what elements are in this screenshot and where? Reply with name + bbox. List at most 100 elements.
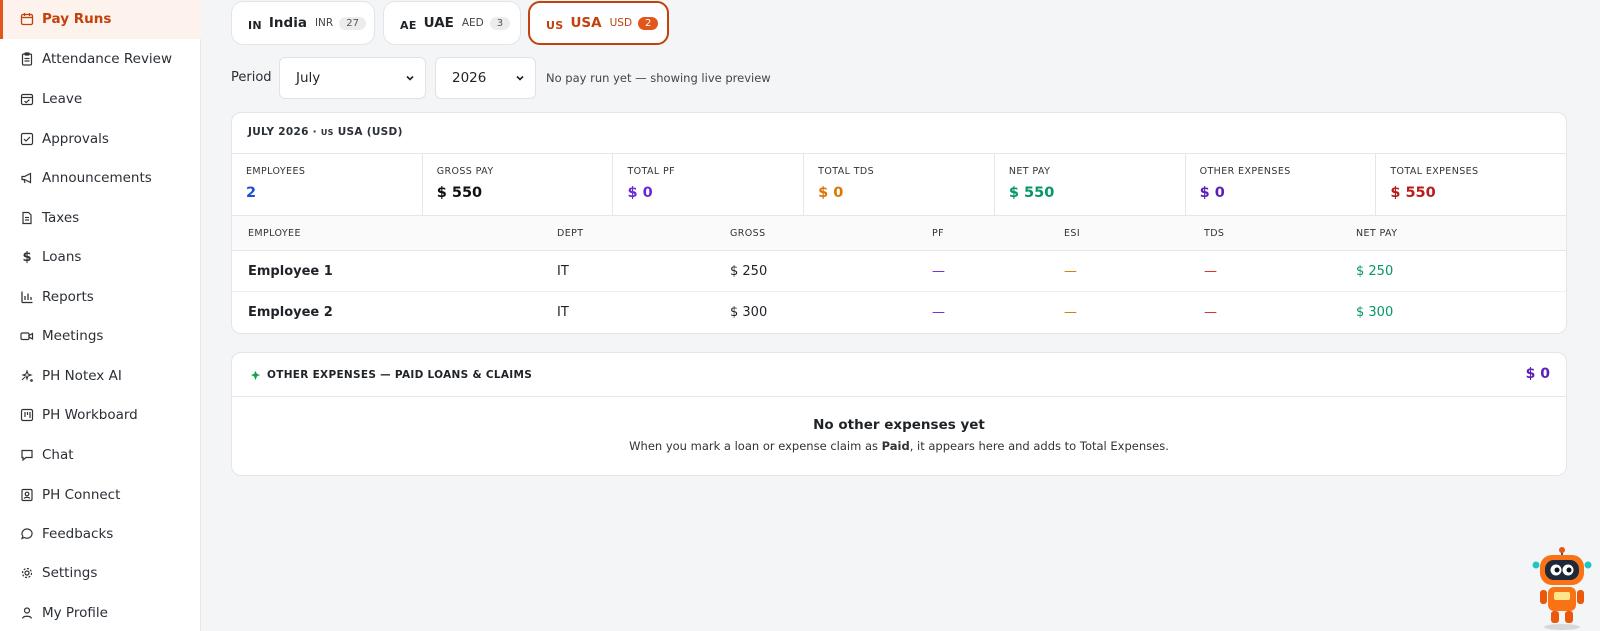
country-name: India bbox=[268, 15, 307, 31]
sidebar-item-settings[interactable]: Settings bbox=[0, 553, 201, 593]
dollar-icon: $ bbox=[22, 249, 32, 265]
sparkles-icon bbox=[20, 369, 34, 383]
column-header-employee: EMPLOYEE bbox=[248, 228, 301, 239]
sidebar-item-label: Approvals bbox=[42, 131, 109, 147]
cell-dept: IT bbox=[557, 305, 569, 320]
bar-chart-icon bbox=[20, 290, 34, 304]
sidebar-item-chat[interactable]: Chat bbox=[0, 435, 201, 475]
stat-label: GROSS PAY bbox=[436, 166, 494, 177]
stat-value: $ 550 bbox=[436, 185, 483, 201]
sidebar-item-reports[interactable]: Reports bbox=[0, 277, 201, 317]
sidebar-item-announcements[interactable]: Announcements bbox=[0, 158, 201, 198]
cell-net-pay: $ 300 bbox=[1356, 305, 1394, 320]
megaphone-icon bbox=[20, 171, 34, 185]
sidebar-item-label: My Profile bbox=[42, 605, 108, 621]
stat-value: $ 550 bbox=[1008, 185, 1055, 201]
table-header: EMPLOYEE DEPT GROSS PF ESI TDS NET PAY bbox=[232, 216, 1566, 251]
table-row[interactable]: Employee 2 IT $ 300 — — — $ 300 bbox=[232, 292, 1566, 333]
sidebar-item-meetings[interactable]: Meetings bbox=[0, 316, 201, 356]
sidebar-item-label: PH Workboard bbox=[42, 407, 138, 423]
sidebar-item-my-profile[interactable]: My Profile bbox=[0, 593, 201, 631]
cell-net-pay: $ 250 bbox=[1356, 264, 1394, 279]
check-square-icon bbox=[20, 132, 34, 146]
sidebar-item-ph-connect[interactable]: PH Connect bbox=[0, 475, 201, 515]
tab-usa[interactable]: US USA USD 2 bbox=[528, 1, 669, 45]
kanban-icon bbox=[20, 408, 34, 422]
sidebar-item-feedbacks[interactable]: Feedbacks bbox=[0, 514, 201, 554]
sidebar-item-taxes[interactable]: Taxes bbox=[0, 198, 201, 238]
tab-uae[interactable]: AE UAE AED 3 bbox=[383, 1, 521, 45]
empty-desc-emphasis: Total Expenses bbox=[1079, 439, 1166, 453]
empty-state-description: When you mark a loan or expense claim as… bbox=[232, 439, 1566, 453]
sidebar-item-label: Chat bbox=[42, 447, 74, 463]
stat-value: $ 0 bbox=[627, 185, 653, 201]
column-header-dept: DEPT bbox=[557, 228, 584, 239]
month-select-value: July bbox=[296, 70, 321, 86]
cell-esi: — bbox=[1064, 305, 1077, 320]
chevron-down-icon bbox=[516, 75, 524, 81]
cell-pf: — bbox=[932, 305, 945, 320]
sidebar-item-label: Taxes bbox=[42, 210, 80, 226]
other-expenses-title-text: OTHER EXPENSES — PAID LOANS & CLAIMS bbox=[267, 369, 533, 381]
payrun-summary-card: JULY 2026 · US USA (USD) EMPLOYEES 2 GRO… bbox=[231, 112, 1567, 334]
sidebar-item-label: Settings bbox=[42, 565, 98, 581]
sidebar-item-loans[interactable]: $ Loans bbox=[0, 237, 201, 277]
other-expenses-header: OTHER EXPENSES — PAID LOANS & CLAIMS $ 0 bbox=[232, 353, 1566, 397]
stat-value: $ 0 bbox=[1199, 185, 1225, 201]
sidebar-item-approvals[interactable]: Approvals bbox=[0, 119, 201, 159]
sidebar-item-label: PH Notex AI bbox=[42, 368, 122, 384]
empty-desc-part: When you mark a loan or expense claim as bbox=[629, 439, 882, 453]
currency-code: INR bbox=[314, 17, 334, 29]
column-header-gross: GROSS bbox=[730, 228, 766, 239]
column-header-pf: PF bbox=[932, 228, 944, 239]
count-badge: 2 bbox=[638, 16, 659, 30]
stat-value: 2 bbox=[246, 185, 257, 201]
year-select[interactable]: 2026 bbox=[435, 57, 536, 99]
cell-employee: Employee 2 bbox=[248, 305, 333, 320]
currency-code: AED bbox=[461, 17, 484, 29]
document-icon bbox=[20, 211, 34, 225]
country-code: IN bbox=[248, 18, 262, 32]
sidebar-item-label: Reports bbox=[42, 289, 94, 305]
column-header-tds: TDS bbox=[1204, 228, 1225, 239]
country-code: US bbox=[320, 128, 334, 137]
summary-title-country: USA (USD) bbox=[333, 126, 403, 138]
stat-other-expenses: OTHER EXPENSES $ 0 bbox=[1186, 154, 1377, 215]
sidebar-item-leave[interactable]: Leave bbox=[0, 79, 201, 119]
chat-icon bbox=[20, 448, 34, 462]
sidebar-item-pay-runs[interactable]: Pay Runs bbox=[0, 0, 201, 39]
other-expenses-card: OTHER EXPENSES — PAID LOANS & CLAIMS $ 0… bbox=[231, 352, 1567, 476]
sidebar-item-ph-workboard[interactable]: PH Workboard bbox=[0, 395, 201, 435]
stat-label: NET PAY bbox=[1008, 166, 1051, 177]
stat-employees: EMPLOYEES 2 bbox=[232, 154, 423, 215]
clipboard-icon bbox=[20, 52, 34, 66]
country-code: US bbox=[546, 18, 564, 32]
stat-total-expenses: TOTAL EXPENSES $ 550 bbox=[1376, 154, 1566, 215]
cell-tds: — bbox=[1204, 305, 1217, 320]
sidebar-item-attendance-review[interactable]: Attendance Review bbox=[0, 39, 201, 79]
year-select-value: 2026 bbox=[452, 70, 487, 86]
stat-net-pay: NET PAY $ 550 bbox=[995, 154, 1186, 215]
month-select[interactable]: July bbox=[279, 57, 426, 99]
cell-dept: IT bbox=[557, 264, 569, 279]
sidebar-item-ph-notex-ai[interactable]: PH Notex AI bbox=[0, 356, 201, 396]
column-header-esi: ESI bbox=[1064, 228, 1081, 239]
empty-state-title: No other expenses yet bbox=[813, 417, 985, 433]
tab-india[interactable]: IN India INR 27 bbox=[231, 1, 375, 45]
cell-esi: — bbox=[1064, 264, 1077, 279]
country-name: UAE bbox=[423, 15, 454, 31]
sidebar-item-label: Loans bbox=[42, 249, 82, 265]
currency-code: USD bbox=[609, 17, 633, 29]
stat-value: $ 550 bbox=[1390, 185, 1436, 201]
cell-pf: — bbox=[932, 264, 945, 279]
assistant-robot-icon[interactable] bbox=[1530, 545, 1596, 631]
sidebar: Pay Runs Attendance Review Leave Approva… bbox=[0, 0, 201, 631]
country-code: AE bbox=[400, 18, 417, 32]
video-icon bbox=[20, 329, 34, 343]
stat-label: EMPLOYEES bbox=[246, 166, 306, 177]
stat-label: TOTAL TDS bbox=[818, 166, 875, 177]
stat-total-pf: TOTAL PF $ 0 bbox=[613, 154, 805, 215]
table-row[interactable]: Employee 1 IT $ 250 — — — $ 250 bbox=[232, 251, 1566, 292]
other-expenses-total: $ 0 bbox=[1525, 366, 1550, 382]
sidebar-item-label: PH Connect bbox=[42, 487, 121, 503]
